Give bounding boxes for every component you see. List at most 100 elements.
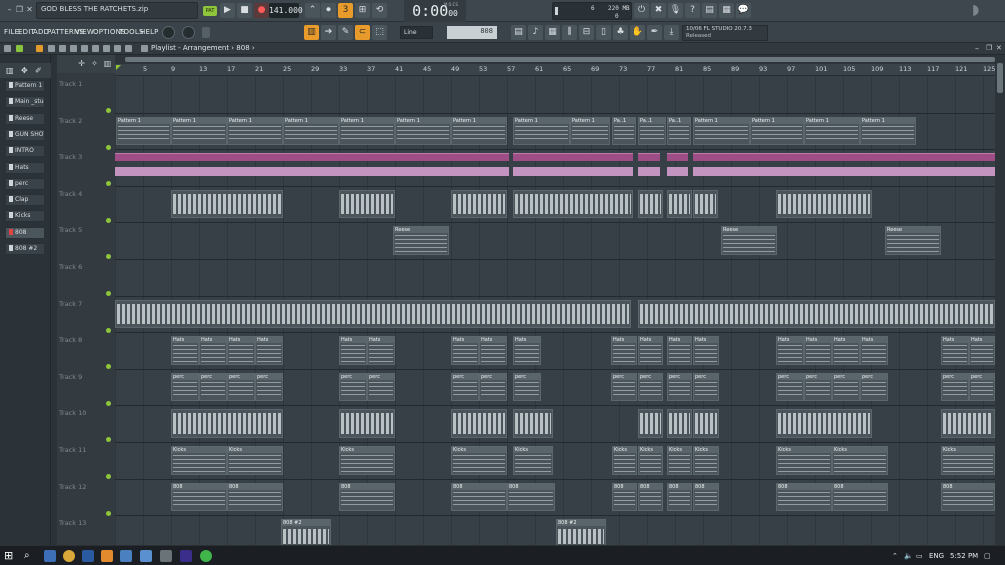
pattern-clip[interactable]: Pattern 1 (283, 116, 339, 146)
pattern-clip[interactable] (339, 409, 395, 438)
download-icon[interactable]: ⤓ (664, 25, 679, 40)
countdown-icon[interactable]: 3 (338, 3, 353, 18)
picker-item[interactable]: Clap (5, 194, 45, 207)
pattern-clip[interactable]: Kicks (451, 446, 507, 475)
playlist-icon[interactable]: ▥ (304, 25, 319, 40)
pattern-clip[interactable] (339, 189, 395, 219)
pattern-clip[interactable]: Kicks (171, 446, 227, 475)
picker-item[interactable]: GUN SHOTS (5, 128, 45, 141)
track-mute-led[interactable] (106, 108, 111, 113)
pattern-clip[interactable]: Pattern 1 (395, 116, 451, 146)
pattern-clip[interactable]: Hats (832, 336, 860, 365)
zoom-tool-icon[interactable] (114, 45, 121, 52)
mic-icon[interactable]: 🎙 (668, 3, 683, 18)
pattern-clip[interactable]: Pattern 1 (860, 116, 916, 146)
pattern-clip[interactable]: Pattern 1 (227, 116, 283, 146)
mixer-icon[interactable]: ⫼ (562, 25, 577, 40)
audio-clip[interactable] (638, 153, 660, 162)
pattern-clip[interactable]: Hats (479, 336, 507, 365)
master-slider[interactable] (202, 27, 210, 38)
track-label[interactable]: Track 9 (59, 373, 82, 381)
track-label[interactable]: Track 12 (59, 483, 86, 491)
audio-clip[interactable] (513, 153, 633, 162)
script-icon[interactable]: ✒ (647, 25, 662, 40)
picker-item[interactable]: Main _study (5, 96, 45, 109)
pattern-clip[interactable]: Pa..1 (612, 116, 636, 146)
track-mute-led[interactable] (106, 400, 111, 406)
tempo-tap-icon[interactable]: ♣ (613, 25, 628, 40)
pattern-clip[interactable]: perc (199, 372, 227, 402)
track-label[interactable]: Track 8 (59, 336, 82, 344)
pattern-clip[interactable]: perc (941, 372, 969, 402)
pattern-clip[interactable]: 808 (776, 482, 832, 512)
pattern-clip[interactable]: perc (227, 372, 255, 402)
pattern-clip[interactable] (776, 409, 872, 438)
audio-clip-wave[interactable] (693, 167, 995, 177)
touch-icon[interactable]: ✋ (630, 25, 645, 40)
horizontal-scrollbar[interactable] (115, 55, 995, 64)
brush-icon[interactable]: ✐ (35, 66, 42, 75)
pattern-clip[interactable]: perc (451, 372, 479, 402)
select-tool-icon[interactable] (103, 45, 110, 52)
pattern-clip[interactable]: Pa..1 (638, 116, 666, 146)
picker-item[interactable]: perc (5, 177, 45, 190)
audio-clip-wave[interactable] (638, 167, 660, 177)
pattern-clip[interactable] (513, 189, 633, 219)
pattern-clip[interactable]: Reese (885, 226, 941, 255)
pattern-clip[interactable] (638, 299, 995, 329)
pattern-clip[interactable]: Reese (721, 226, 777, 255)
slip-tool-icon[interactable] (81, 45, 88, 52)
plugin-icon[interactable]: ▯ (596, 25, 611, 40)
export-icon[interactable]: ▦ (719, 3, 734, 18)
windows-start-icon[interactable]: ⊞ (4, 550, 16, 562)
pattern-clip[interactable]: Pattern 1 (171, 116, 227, 146)
pattern-clip[interactable] (776, 189, 872, 219)
loop-record-icon[interactable]: ⟲ (372, 3, 387, 18)
mute-tool-icon[interactable] (70, 45, 77, 52)
pattern-clip[interactable]: Pattern 1 (513, 116, 570, 146)
pattern-clip[interactable]: Hats (255, 336, 283, 365)
pattern-clip[interactable] (451, 189, 507, 219)
pattern-clip[interactable]: perc (339, 372, 367, 402)
pattern-clip[interactable]: 808 (339, 482, 395, 512)
pattern-clip[interactable]: Hats (667, 336, 692, 365)
track-label[interactable]: Track 4 (59, 190, 82, 198)
pattern-clip[interactable]: Hats (804, 336, 832, 365)
pattern-clip[interactable] (667, 409, 692, 438)
playback-tool-icon[interactable] (125, 45, 132, 52)
horizontal-scroll-thumb[interactable] (125, 57, 995, 62)
picker-item[interactable]: Kicks (5, 210, 45, 223)
pencil-icon[interactable]: ✎ (338, 25, 353, 40)
pattern-clip[interactable]: 808 (693, 482, 719, 512)
wait-input-icon[interactable]: ⏺ (321, 3, 336, 18)
play-icon[interactable]: ▶ (220, 3, 235, 18)
pattern-selector[interactable]: 808 (447, 26, 497, 39)
pattern-clip[interactable]: Pattern 1 (116, 116, 171, 146)
pattern-clip[interactable]: perc (367, 372, 395, 402)
pattern-clip[interactable]: Hats (969, 336, 995, 365)
master-volume-knob[interactable] (162, 26, 175, 39)
pattern-clip[interactable]: perc (832, 372, 860, 402)
language-indicator[interactable]: ENG (929, 552, 944, 560)
track-mute-led[interactable] (106, 144, 111, 150)
pattern-clip[interactable] (115, 299, 631, 329)
pattern-clip[interactable]: Pa..1 (667, 116, 691, 146)
audio-clip-wave[interactable] (667, 167, 688, 177)
pattern-clip[interactable] (171, 189, 283, 219)
pattern-clip[interactable]: 808 (451, 482, 507, 512)
audio-clip-wave[interactable] (513, 167, 633, 177)
pattern-clip[interactable]: 808 #2 (556, 519, 606, 545)
pattern-clip[interactable]: Kicks (832, 446, 888, 475)
pattern-clip[interactable]: Kicks (693, 446, 719, 475)
pattern-clip[interactable]: Kicks (638, 446, 663, 475)
pattern-clip[interactable]: perc (638, 372, 663, 402)
step-edit-icon[interactable]: ⊞ (355, 3, 370, 18)
snap-magnet-icon[interactable] (16, 45, 23, 52)
track-label[interactable]: Track 10 (59, 409, 86, 417)
channel-rack-icon[interactable]: ▦ (545, 25, 560, 40)
track-options-icon[interactable]: ✧ (90, 59, 99, 68)
draw-tool-icon[interactable] (36, 45, 43, 52)
pattern-clip[interactable]: Kicks (667, 446, 692, 475)
pattern-clip[interactable]: Hats (860, 336, 888, 365)
pattern-clip[interactable]: Reese (393, 226, 449, 255)
